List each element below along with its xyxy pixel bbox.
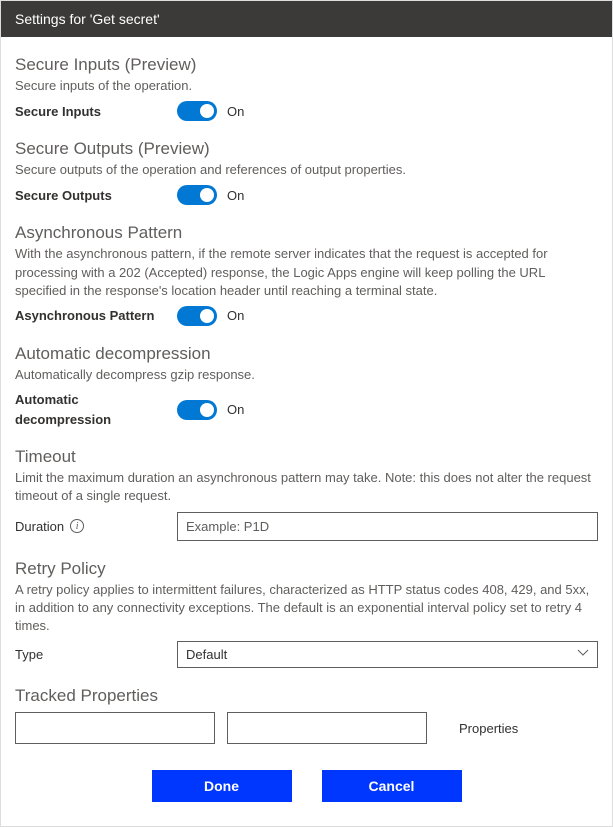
tracked-row: Properties [15, 712, 598, 744]
control-row: Automatic decompression On [15, 390, 598, 429]
async-pattern-state: On [227, 308, 244, 323]
retry-type-select[interactable]: Default [177, 641, 598, 668]
section-retry-policy: Retry Policy A retry policy applies to i… [15, 559, 598, 669]
auto-decompress-label: Automatic decompression [15, 390, 177, 429]
retry-type-value: Default [186, 647, 227, 662]
dialog-content: Secure Inputs (Preview) Secure inputs of… [1, 37, 612, 826]
dialog-header: Settings for 'Get secret' [1, 1, 612, 37]
duration-label-text: Duration [15, 519, 64, 534]
section-title: Automatic decompression [15, 344, 598, 364]
info-icon[interactable]: i [70, 519, 84, 533]
section-title: Secure Inputs (Preview) [15, 55, 598, 75]
section-title: Retry Policy [15, 559, 598, 579]
duration-label: Duration i [15, 519, 169, 534]
section-desc: A retry policy applies to intermittent f… [15, 581, 598, 636]
section-desc: Limit the maximum duration an asynchrono… [15, 469, 598, 505]
auto-decompress-state: On [227, 402, 244, 417]
cancel-button[interactable]: Cancel [322, 770, 462, 802]
section-desc: Secure inputs of the operation. [15, 77, 598, 95]
secure-inputs-toggle[interactable] [177, 101, 217, 121]
control-row: Asynchronous Pattern On [15, 306, 598, 326]
chevron-down-icon [577, 647, 589, 662]
input-row: Duration i [15, 512, 598, 541]
dialog-title: Settings for 'Get secret' [15, 11, 160, 27]
section-tracked-properties: Tracked Properties Properties [15, 686, 598, 744]
done-button[interactable]: Done [152, 770, 292, 802]
secure-inputs-label: Secure Inputs [15, 104, 177, 119]
async-pattern-toggle[interactable] [177, 306, 217, 326]
tracked-key-input[interactable] [15, 712, 215, 744]
secure-inputs-state: On [227, 104, 244, 119]
section-title: Asynchronous Pattern [15, 223, 598, 243]
auto-decompress-toggle[interactable] [177, 400, 217, 420]
secure-outputs-label: Secure Outputs [15, 188, 177, 203]
section-desc: Secure outputs of the operation and refe… [15, 161, 598, 179]
control-row: Secure Inputs On [15, 101, 598, 121]
section-secure-inputs: Secure Inputs (Preview) Secure inputs of… [15, 55, 598, 121]
section-timeout: Timeout Limit the maximum duration an as… [15, 447, 598, 540]
async-pattern-label: Asynchronous Pattern [15, 308, 177, 323]
secure-outputs-state: On [227, 188, 244, 203]
control-row: Secure Outputs On [15, 185, 598, 205]
tracked-properties-label: Properties [459, 721, 518, 736]
duration-input[interactable] [177, 512, 598, 541]
retry-type-label: Type [15, 647, 169, 662]
section-title: Tracked Properties [15, 686, 598, 706]
section-desc: Automatically decompress gzip response. [15, 366, 598, 384]
button-row: Done Cancel [15, 770, 598, 802]
section-desc: With the asynchronous pattern, if the re… [15, 245, 598, 300]
tracked-value-input[interactable] [227, 712, 427, 744]
section-auto-decompress: Automatic decompression Automatically de… [15, 344, 598, 429]
section-secure-outputs: Secure Outputs (Preview) Secure outputs … [15, 139, 598, 205]
input-row: Type Default [15, 641, 598, 668]
section-async-pattern: Asynchronous Pattern With the asynchrono… [15, 223, 598, 326]
secure-outputs-toggle[interactable] [177, 185, 217, 205]
section-title: Secure Outputs (Preview) [15, 139, 598, 159]
section-title: Timeout [15, 447, 598, 467]
